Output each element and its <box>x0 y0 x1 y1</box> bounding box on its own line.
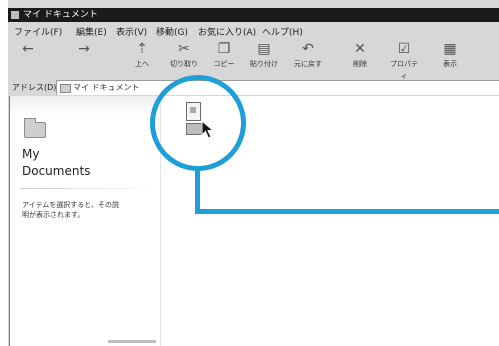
pane-header-band <box>10 96 160 116</box>
address-label: アドレス(D) <box>12 83 57 92</box>
scroll-indicator <box>108 340 156 343</box>
properties-button[interactable]: ☑ プロパティ <box>388 40 420 80</box>
properties-icon: ☑ <box>397 41 411 57</box>
cut-button[interactable]: ✂ 切り取り <box>168 40 200 76</box>
back-button[interactable]: ← <box>12 40 44 76</box>
web-view-pane: My Documents アイテムを選択すると、その説 明が表示されます。 <box>10 96 161 346</box>
pane-hint-line1: アイテムを選択すると、その説 <box>22 201 120 209</box>
delete-icon: ✕ <box>354 41 366 57</box>
paste-icon: ▤ <box>257 41 271 57</box>
window-border <box>9 96 10 346</box>
forward-arrow-icon: → <box>78 41 90 57</box>
undo-icon: ↶ <box>302 41 314 57</box>
pane-divider <box>20 188 155 189</box>
pane-title-line1: My <box>22 147 40 161</box>
copy-button[interactable]: ❐ コピー <box>208 40 240 76</box>
views-button[interactable]: ▦ 表示 <box>434 40 466 76</box>
up-folder-icon: ⇡ <box>136 41 148 57</box>
callout-leader-vertical <box>195 170 200 214</box>
address-input[interactable]: マイ ドキュメント <box>56 80 499 95</box>
folder-view[interactable]: My Documents アイテムを選択すると、その説 明が表示されます。 <box>10 96 499 346</box>
folder-icon <box>60 84 71 93</box>
window-icon <box>11 11 19 19</box>
undo-button[interactable]: ↶ 元に戻す <box>292 40 324 76</box>
menu-help[interactable]: ヘルプ(H) <box>262 25 303 38</box>
pane-hint-line2: 明が表示されます。 <box>22 211 85 219</box>
pane-title-line2: Documents <box>22 164 91 178</box>
paste-button[interactable]: ▤ 貼り付け <box>248 40 280 76</box>
page-margin <box>0 0 8 346</box>
toolbar: ← → ⇡ 上へ ✂ 切り取り ❐ コピー ▤ 貼り付け ↶ 元に戻す ✕ 削除… <box>8 38 499 80</box>
address-value: マイ ドキュメント <box>73 83 140 92</box>
menu-bar: ファイル(F) 編集(E) 表示(V) 移動(G) お気に入り(A) ヘルプ(H… <box>8 22 499 38</box>
menu-view[interactable]: 表示(V) <box>116 25 147 38</box>
pane-hint: アイテムを選択すると、その説 明が表示されます。 <box>22 200 142 220</box>
my-documents-folder-icon <box>24 118 46 138</box>
window-title: マイ ドキュメント <box>23 10 98 20</box>
explorer-window: マイ ドキュメント ファイル(F) 編集(E) 表示(V) 移動(G) お気に入… <box>0 0 499 346</box>
pane-title: My Documents <box>22 146 90 180</box>
copy-icon: ❐ <box>217 41 231 57</box>
callout-circle <box>150 75 246 171</box>
forward-button[interactable]: → <box>68 40 100 76</box>
address-bar: アドレス(D) マイ ドキュメント <box>8 80 499 95</box>
cut-icon: ✂ <box>178 41 190 57</box>
menu-favorites[interactable]: お気に入り(A) <box>198 25 256 38</box>
title-bar[interactable]: マイ ドキュメント <box>8 8 499 22</box>
callout-leader-horizontal <box>195 209 499 214</box>
menu-go[interactable]: 移動(G) <box>156 25 188 38</box>
up-button[interactable]: ⇡ 上へ <box>126 40 158 76</box>
delete-button[interactable]: ✕ 削除 <box>344 40 376 76</box>
menu-file[interactable]: ファイル(F) <box>14 25 62 38</box>
back-arrow-icon: ← <box>22 41 34 57</box>
menu-edit[interactable]: 編集(E) <box>76 25 107 38</box>
views-icon: ▦ <box>443 41 457 57</box>
